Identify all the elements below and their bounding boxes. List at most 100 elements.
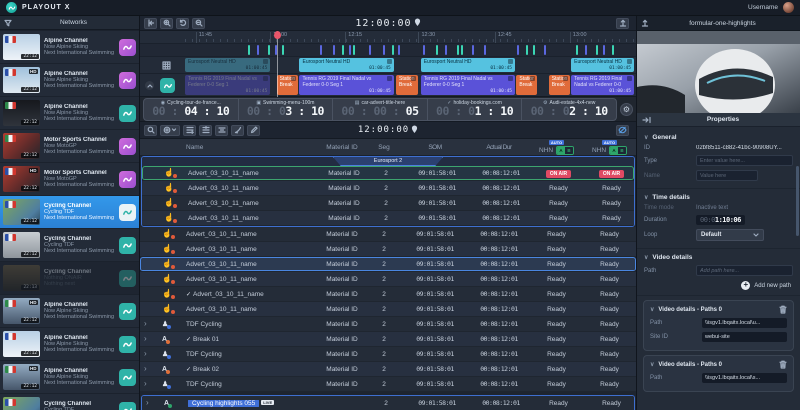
event-marker[interactable]	[532, 45, 535, 55]
network-channel-item[interactable]: 22:12 Cycling Channel Cycling TDF Next I…	[0, 196, 139, 228]
network-channel-item[interactable]: 22:12 Alpine Channel Now Alpine Skiing N…	[0, 31, 139, 63]
timeline-block-program[interactable]: Station Break 01	[516, 75, 537, 95]
chevron-down-icon[interactable]: ∨	[644, 194, 648, 201]
path-value[interactable]: \\isgv1.lbqaitx.local\u...	[702, 318, 787, 328]
chevron-down-icon[interactable]: ∨	[650, 306, 654, 313]
rundown-row[interactable]: ☝ Advert_03_10_11_name Material ID 2 09:…	[140, 242, 636, 257]
filter-icon[interactable]	[4, 19, 12, 27]
expand-chevron-icon[interactable]: ›	[146, 398, 149, 407]
collapse-track-icon[interactable]	[145, 81, 154, 90]
chevron-down-icon[interactable]: ∨	[644, 254, 648, 261]
rundown-row[interactable]: › A ✓ Break 01 Material ID 2 09:01:58:01 …	[140, 332, 636, 347]
network-channel-item[interactable]: HD 22:12 Alpine Channel Now Alpine Skiing…	[0, 295, 139, 327]
network-channel-item[interactable]: 22:12 Cycling Channel Cycling TDF Next I…	[0, 229, 139, 261]
loop-dropdown[interactable]: Default	[696, 229, 764, 241]
timeline-block-program[interactable]: Station Break 01	[396, 75, 418, 95]
timeline-ruler[interactable]: 11:4512:0012:1512:3012:4513:00	[140, 31, 636, 44]
collapse-properties-icon[interactable]	[642, 116, 651, 124]
channel-logo-badge[interactable]	[119, 269, 136, 287]
add-event-button[interactable]	[160, 124, 180, 136]
expand-chevron-icon[interactable]: ›	[144, 349, 147, 358]
channel-logo-badge[interactable]	[119, 236, 136, 254]
timeline-block-channel[interactable]: Eurosport Neutral HD 01:00:45	[571, 58, 634, 72]
rundown-row[interactable]: ☝ Advert_03_10_11_name Material ID 2 09:…	[142, 211, 634, 226]
rundown-row[interactable]: ☝ Advert_03_10_11_name Material ID 2 09:…	[142, 166, 634, 181]
network-channel-item[interactable]: HD 22:12 Alpine Channel Now Alpine Skiing…	[0, 361, 139, 393]
network-channel-item[interactable]: 22:12 Alpine Channel Now Alpine Skiing N…	[0, 97, 139, 129]
type-field[interactable]	[696, 155, 793, 166]
insert-above-icon[interactable]	[183, 124, 196, 136]
channel-logo-badge[interactable]	[119, 137, 136, 155]
network-channel-item[interactable]: 22:12 Alpine Channel Now Alpine Skiing N…	[0, 328, 139, 360]
channel-logo-badge[interactable]	[119, 368, 136, 386]
timeline-block-channel[interactable]: Eurosport Neutral HD 01:00:45	[420, 58, 515, 72]
channel-logo-badge[interactable]	[119, 38, 136, 56]
trash-icon[interactable]	[779, 360, 787, 369]
trash-icon[interactable]	[779, 305, 787, 314]
channel-logo-badge[interactable]	[119, 71, 136, 89]
event-marker[interactable]	[391, 45, 394, 55]
countdown-chip[interactable]: ▣ Swimming-menu-100m 00 : 03 : 10	[237, 98, 333, 120]
ab-toggle[interactable]: AB	[556, 145, 575, 155]
channel-logo-badge[interactable]	[119, 302, 136, 320]
material-id-column-header[interactable]: Material ID	[318, 144, 366, 151]
timeline-block-program[interactable]: Tennis RG 2019 Final Nadal vs Federer 0-…	[571, 75, 634, 95]
actual-dur-column-header[interactable]: Actual Dur	[468, 144, 530, 151]
expand-chevron-icon[interactable]: ›	[144, 334, 147, 343]
name-field[interactable]	[696, 170, 758, 181]
chevron-down-icon[interactable]: ∨	[644, 134, 648, 141]
export-clip-icon[interactable]	[641, 19, 649, 27]
edit-pen-icon[interactable]	[247, 124, 260, 136]
rundown-row[interactable]: ☝ Advert_03_10_11_name Material ID 2 09:…	[140, 272, 636, 287]
network-channel-item[interactable]: 22:12 Motor Sports Channel Now MotoGP Ne…	[0, 130, 139, 162]
rundown-row[interactable]: › ♟ TDF Cycling Material ID 2 09:01:58:0…	[140, 347, 636, 362]
countdown-chip[interactable]: ⚙ Audi-estate-4x4-new 00 : 02 : 10	[521, 98, 616, 120]
countdown-chip[interactable]: ✓ holiday-bookings.com 00 : 01 : 10	[426, 98, 522, 120]
user-menu[interactable]: Username	[748, 2, 794, 13]
expand-chevron-icon[interactable]: ›	[144, 364, 147, 373]
event-marker[interactable]	[268, 45, 271, 55]
rundown-row[interactable]: ☝ Advert_03_10_11_name Material ID 2 09:…	[142, 196, 634, 211]
path-field[interactable]	[696, 265, 793, 276]
countdown-chip[interactable]: ◉ Cycling-tour-de-france... 00 : 04 : 10	[144, 99, 238, 120]
event-marker[interactable]	[526, 45, 529, 55]
event-marker[interactable]	[281, 45, 284, 55]
ab-toggle[interactable]: AB	[609, 145, 628, 155]
expand-chevron-icon[interactable]: ›	[144, 319, 147, 328]
event-marker[interactable]	[247, 45, 250, 55]
grid-track-icon[interactable]	[162, 61, 171, 70]
properties-scroll[interactable]: ∨ General ID 02bf8511-c882-41bc-90908UY...…	[637, 127, 800, 410]
name-column-header[interactable]: Name	[186, 144, 318, 151]
collapse-panel-button[interactable]	[144, 17, 157, 29]
channel-logo-badge[interactable]	[119, 203, 136, 221]
nhn1-column-header[interactable]: AUTO NHN A B	[530, 139, 583, 155]
channel-logo-badge[interactable]	[119, 401, 136, 410]
event-marker[interactable]	[348, 45, 351, 55]
event-marker[interactable]	[544, 45, 547, 55]
network-channel-item[interactable]: 22:12 Cycling Channel Cycling TDF Next I…	[0, 394, 139, 410]
event-marker[interactable]	[436, 45, 439, 55]
hide-columns-icon[interactable]	[616, 124, 629, 136]
timeline-block-program[interactable]: Tennis RG 2019 Final Nadal vs Federer 0-…	[420, 75, 515, 95]
event-marker[interactable]	[353, 45, 356, 55]
add-new-path-button[interactable]: + Add new path	[646, 280, 791, 290]
timeline-block-channel[interactable]: Eurosport Neutral HD 01:00:45	[299, 58, 394, 72]
event-marker[interactable]	[422, 45, 425, 55]
export-schedule-icon[interactable]	[616, 17, 629, 29]
cut-icon[interactable]	[231, 124, 244, 136]
event-marker[interactable]	[472, 45, 475, 55]
scrollbar[interactable]	[796, 166, 799, 236]
network-channel-item[interactable]: 22:13 Cycling Channel Nothing ONAIR Noth…	[0, 262, 139, 294]
event-marker[interactable]	[382, 45, 385, 55]
locate-pin-icon[interactable]	[411, 125, 418, 134]
rundown-row[interactable]: › ♟ TDF Cycling Material ID 2 09:01:58:0…	[140, 377, 636, 392]
chevron-down-icon[interactable]: ∨	[650, 361, 654, 368]
duration-field[interactable]: 00:01:10:06	[696, 215, 745, 225]
event-marker[interactable]	[611, 45, 614, 55]
event-marker[interactable]	[319, 45, 322, 55]
event-marker[interactable]	[445, 45, 448, 55]
site-id-value[interactable]: webui-site	[702, 332, 787, 342]
zoom-out-icon[interactable]	[192, 17, 205, 29]
path-value[interactable]: \\isgv1.lbqaitx.local\s...	[702, 373, 787, 383]
timeline-block-program[interactable]: Tennis RG 2019 Final Nadal vs Federer 0-…	[185, 75, 271, 95]
